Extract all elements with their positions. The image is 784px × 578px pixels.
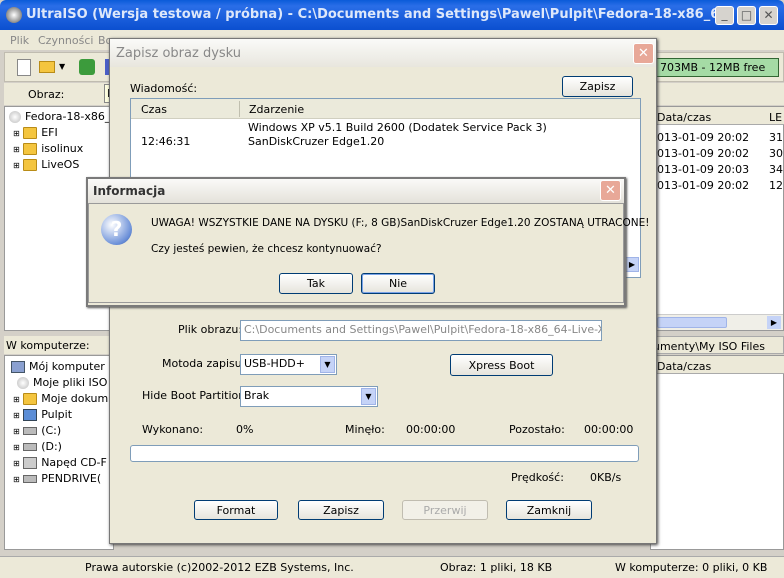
cd-drive-icon xyxy=(23,457,38,469)
drive-icon xyxy=(23,443,38,451)
column-time[interactable]: Czas xyxy=(141,103,167,116)
cd-icon xyxy=(9,111,21,123)
abort-button[interactable]: Przerwij xyxy=(402,500,488,520)
column-event[interactable]: Zdarzenie xyxy=(249,103,304,116)
minimize-icon[interactable]: _ xyxy=(715,6,734,25)
dropdown-arrow-icon[interactable]: ▼ xyxy=(59,62,65,71)
table-row[interactable]: 013-01-09 20:02 12 xyxy=(657,179,783,192)
write-button[interactable]: Zapisz xyxy=(298,500,384,520)
table-row[interactable]: 013-01-09 20:02 30 xyxy=(657,147,783,160)
remaining-label: Pozostało: xyxy=(509,423,565,436)
tree-root[interactable]: Fedora-18-x86_6 xyxy=(9,110,117,123)
computer-icon xyxy=(11,361,25,373)
scroll-right-icon[interactable]: ▶ xyxy=(625,257,639,272)
computer-label: W komputerze: xyxy=(6,339,90,352)
tree-drive-c[interactable]: ⊞ (C:) xyxy=(13,424,61,437)
table-row[interactable]: 013-01-09 20:02 31 xyxy=(657,131,783,144)
speed-label: Prędkość: xyxy=(511,471,564,484)
local-tree-panel: Mój komputer Moje pliki ISO ⊞ Moje dokum… xyxy=(4,355,114,550)
computer-header: W komputerze: xyxy=(4,336,114,354)
question-icon: ? xyxy=(101,214,132,245)
info-dialog-title-bar[interactable]: Informacja ✕ xyxy=(88,179,624,203)
extract-icon[interactable] xyxy=(79,59,95,75)
size-bar: 703MB - 12MB free xyxy=(655,58,779,77)
menu-czynnosci[interactable]: Czynności xyxy=(38,34,93,47)
tree-my-iso[interactable]: Moje pliki ISO xyxy=(17,376,107,389)
folder-icon xyxy=(23,159,38,171)
hide-partition-label: Hide Boot Partition: xyxy=(142,389,249,402)
horizontal-scrollbar[interactable]: ▶ xyxy=(651,314,783,330)
column-l[interactable]: LE xyxy=(769,111,782,124)
tree-pendrive[interactable]: ⊞ PENDRIVE( xyxy=(13,472,101,485)
tree-drive-d[interactable]: ⊞ (D:) xyxy=(13,440,62,453)
cd-icon xyxy=(17,377,29,389)
chevron-down-icon[interactable]: ▼ xyxy=(361,388,376,405)
yes-button[interactable]: Tak xyxy=(279,273,353,294)
no-button[interactable]: Nie xyxy=(361,273,435,294)
write-method-label: Motoda zapisu: xyxy=(162,357,246,370)
tree-item-efi[interactable]: ⊞ EFI xyxy=(13,126,58,139)
image-file-label: Plik obrazu: xyxy=(178,323,243,336)
scroll-right-icon[interactable]: ▶ xyxy=(767,316,781,329)
close-icon[interactable]: ✕ xyxy=(600,180,621,201)
chevron-down-icon[interactable]: ▼ xyxy=(320,356,335,373)
confirm-question: Czy jesteś pewien, że chcesz kontynuować… xyxy=(151,243,382,255)
warning-message: UWAGA! WSZYSTKIE DANE NA DYSKU (F:, 8 GB… xyxy=(151,217,650,229)
write-method-select[interactable]: USB-HDD+ ▼ xyxy=(240,354,337,375)
remaining-value: 00:00:00 xyxy=(584,423,634,436)
drive-icon xyxy=(23,427,38,435)
desktop-icon xyxy=(23,409,38,421)
tree-cd-drive[interactable]: ⊞ Napęd CD-F xyxy=(13,456,107,469)
format-button[interactable]: Format xyxy=(194,500,278,520)
elapsed-label: Minęło: xyxy=(345,423,385,436)
done-label: Wykonano: xyxy=(142,423,204,436)
tree-item-liveos[interactable]: ⊞ LiveOS xyxy=(13,158,79,171)
image-file-field[interactable]: C:\Documents and Settings\Pawel\Pulpit\F… xyxy=(240,320,602,341)
elapsed-value: 00:00:00 xyxy=(406,423,456,436)
close-icon[interactable]: ✕ xyxy=(759,6,778,25)
folder-icon xyxy=(23,393,38,405)
close-icon[interactable]: ✕ xyxy=(633,43,654,64)
main-title-bar[interactable]: UltraISO (Wersja testowa / próbna) - C:\… xyxy=(0,0,784,30)
folder-icon xyxy=(23,143,38,155)
status-copyright: Prawa autorskie (c)2002-2012 EZB Systems… xyxy=(85,561,354,574)
status-image: Obraz: 1 pliki, 18 KB xyxy=(440,561,553,574)
maximize-icon[interactable]: □ xyxy=(737,6,756,25)
info-dialog: Informacja ✕ ? UWAGA! WSZYSTKIE DANE NA … xyxy=(86,177,649,307)
right-path-bar: umenty\My ISO Files xyxy=(650,336,784,354)
done-value: 0% xyxy=(236,423,254,436)
column-date[interactable]: Data/czas xyxy=(657,111,711,124)
new-icon[interactable] xyxy=(17,59,31,76)
tree-desktop[interactable]: ⊞ Pulpit xyxy=(13,408,72,421)
speed-value: 0KB/s xyxy=(590,471,622,484)
tree-item-isolinux[interactable]: ⊞ isolinux xyxy=(13,142,83,155)
window-title: UltraISO (Wersja testowa / próbna) - C:\… xyxy=(26,7,716,22)
table-row[interactable]: 013-01-09 20:03 34 xyxy=(657,163,783,176)
progress-bar xyxy=(130,445,639,462)
info-dialog-title: Informacja xyxy=(93,184,166,198)
info-body: ? UWAGA! WSZYSTKIE DANE NA DYSKU (F:, 8 … xyxy=(88,203,649,303)
xpress-boot-button[interactable]: Xpress Boot xyxy=(450,354,553,376)
folder-icon xyxy=(23,127,38,139)
hide-partition-select[interactable]: Brak ▼ xyxy=(240,386,378,407)
drive-icon xyxy=(23,475,38,483)
status-bar: Prawa autorskie (c)2002-2012 EZB Systems… xyxy=(0,556,784,578)
column-date[interactable]: Data/czas xyxy=(657,360,711,373)
tree-documents[interactable]: ⊞ Moje dokum xyxy=(13,392,108,405)
open-icon[interactable] xyxy=(39,61,55,73)
local-file-list: Data/czas xyxy=(650,355,784,550)
burn-dialog-title: Zapisz obraz dysku xyxy=(116,46,242,61)
message-label: Wiadomość: xyxy=(130,82,198,95)
log-row: 12:46:31 SanDiskCruzer Edge1.20 xyxy=(141,135,385,148)
close-button[interactable]: Zamknij xyxy=(506,500,592,520)
tree-my-computer[interactable]: Mój komputer xyxy=(11,360,105,373)
save-log-button[interactable]: Zapisz xyxy=(562,76,633,97)
image-label: Obraz: xyxy=(28,88,65,101)
menu-plik[interactable]: Plik xyxy=(10,34,29,47)
status-computer: W komputerze: 0 pliki, 0 KB xyxy=(615,561,768,574)
iso-file-list: Data/czas LE 013-01-09 20:02 31 013-01-09… xyxy=(650,106,784,331)
burn-dialog-title-bar[interactable]: Zapisz obraz dysku ✕ xyxy=(110,39,656,67)
app-icon xyxy=(6,7,22,23)
